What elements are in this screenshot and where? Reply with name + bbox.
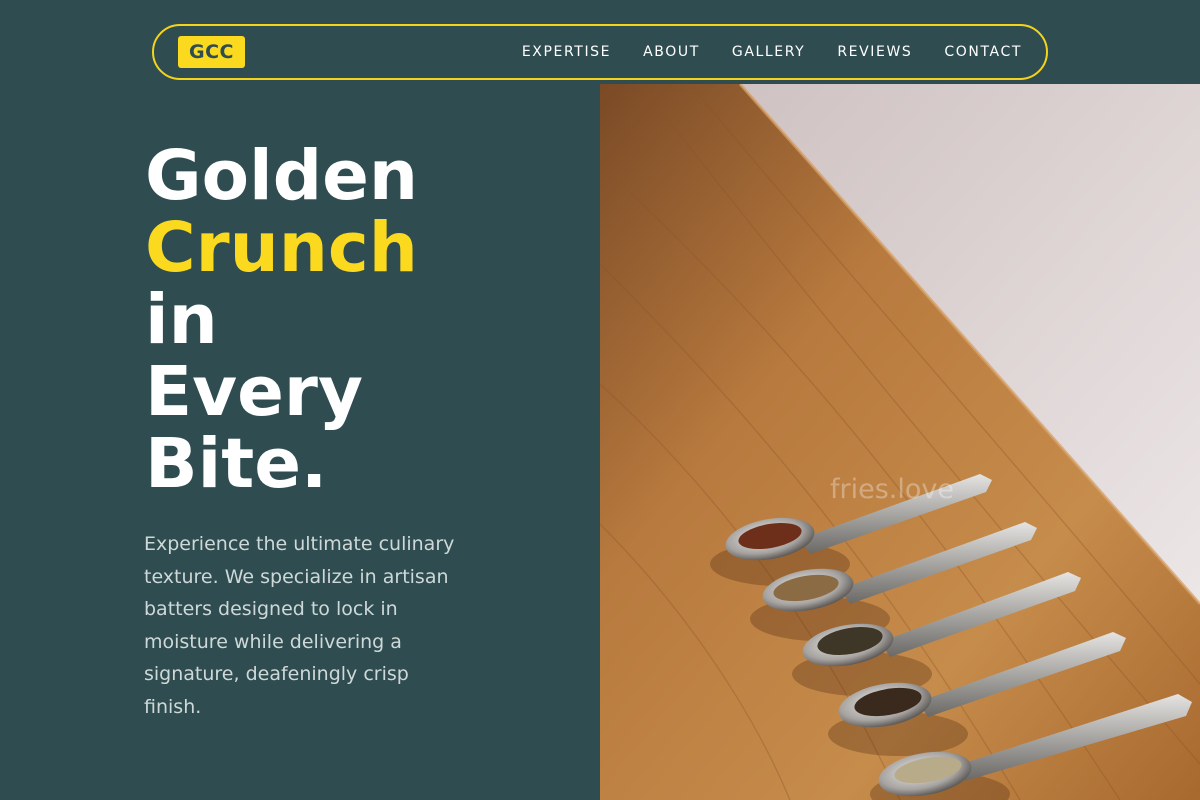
nav-link-expertise[interactable]: EXPERTISE (522, 44, 611, 60)
hero-headline: Golden Crunch in Every Bite. (145, 140, 585, 500)
headline-line-golden: Golden (145, 136, 419, 216)
navigation-bar: GCC EXPERTISE ABOUT GALLERY REVIEWS CONT… (152, 24, 1048, 80)
nav-links: EXPERTISE ABOUT GALLERY REVIEWS CONTACT (522, 26, 1022, 78)
hero-image: fries.love (600, 84, 1200, 800)
nav-link-gallery[interactable]: GALLERY (732, 44, 805, 60)
headline-line-in: in (145, 280, 218, 360)
headline-line-crunch: Crunch (145, 208, 418, 288)
spoons-photo (600, 84, 1200, 800)
hero-description: Experience the ultimate culinary texture… (144, 533, 455, 718)
hero-text: Golden Crunch in Every Bite. (145, 140, 585, 500)
nav-link-about[interactable]: ABOUT (643, 44, 700, 60)
top-bar: GCC EXPERTISE ABOUT GALLERY REVIEWS CONT… (0, 0, 1200, 84)
logo-button[interactable]: GCC (178, 36, 245, 68)
nav-link-contact[interactable]: CONTACT (944, 44, 1022, 60)
image-watermark: fries.love (830, 474, 954, 505)
headline-line-bite: Bite. (145, 424, 328, 504)
nav-link-reviews[interactable]: REVIEWS (837, 44, 912, 60)
headline-line-every: Every (145, 352, 363, 432)
